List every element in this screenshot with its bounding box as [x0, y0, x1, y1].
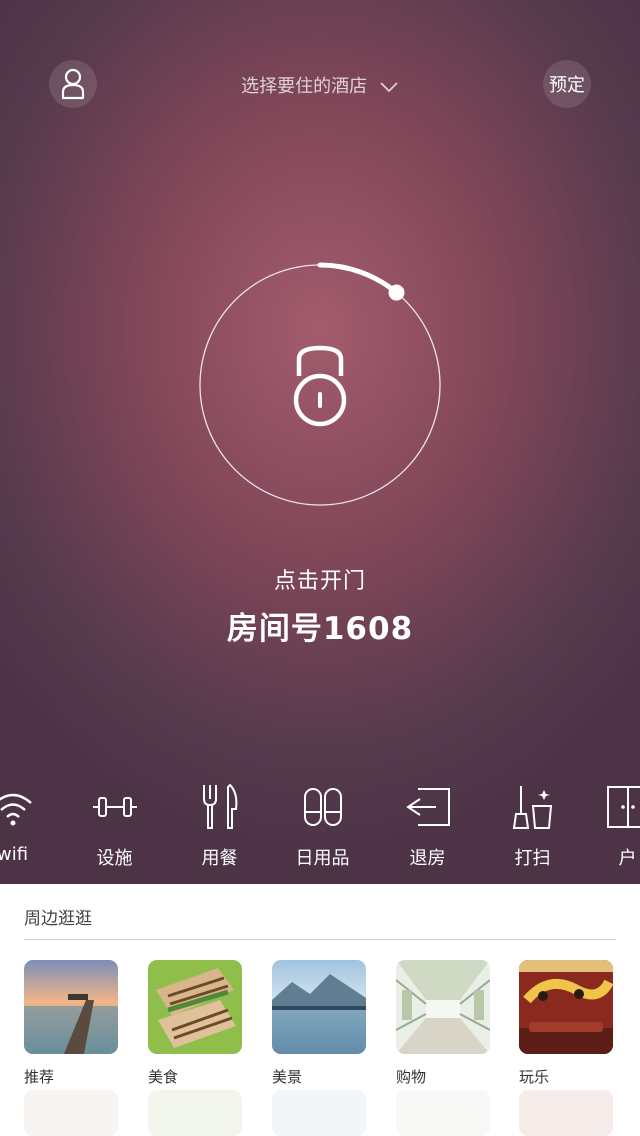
service-bar: wifi 设施 用餐 日用品 退房 打扫 户 — [0, 776, 640, 884]
nearby-item-food[interactable]: 美食 — [148, 960, 242, 1087]
service-checkout[interactable]: 退房 — [375, 776, 480, 870]
service-dining[interactable]: 用餐 — [167, 776, 272, 870]
chevron-down-icon — [379, 77, 399, 98]
list-item — [396, 1090, 490, 1136]
nearby-item-entertainment[interactable]: 玩乐 — [519, 960, 613, 1087]
nearby-item-label: 推荐 — [24, 1068, 55, 1086]
fork-knife-icon — [202, 783, 237, 829]
service-label: 户 — [618, 848, 637, 869]
list-item — [519, 1090, 613, 1136]
service-label: wifi — [0, 844, 29, 865]
mall-photo — [396, 960, 490, 1054]
list-item — [24, 1090, 118, 1136]
bar-photo — [519, 960, 613, 1054]
book-button[interactable]: 预定 — [543, 60, 591, 108]
service-window[interactable]: 户 — [575, 776, 640, 870]
service-label: 用餐 — [201, 848, 238, 869]
service-cleaning[interactable]: 打扫 — [480, 776, 585, 870]
checkout-icon — [405, 788, 450, 826]
service-label: 设施 — [96, 848, 133, 869]
divider — [24, 939, 616, 940]
nearby-item-label: 玩乐 — [519, 1068, 550, 1086]
nearby-item-recommend[interactable]: 推荐 — [24, 960, 118, 1087]
open-door-label: 点击开门 — [273, 569, 366, 594]
pier-photo — [24, 960, 118, 1054]
list-item — [272, 1090, 366, 1136]
service-label: 日用品 — [295, 848, 350, 869]
nearby-item-label: 美景 — [272, 1068, 303, 1086]
nearby-item-label: 购物 — [396, 1068, 427, 1086]
lock-icon — [293, 345, 347, 427]
service-wifi[interactable]: wifi — [0, 776, 65, 865]
service-label: 退房 — [409, 848, 446, 869]
unlock-progress-ring — [199, 262, 441, 506]
wifi-icon — [0, 793, 32, 826]
book-button-label: 预定 — [549, 75, 585, 96]
nearby-item-scenery[interactable]: 美景 — [272, 960, 366, 1087]
nearby-title: 周边逛逛 — [24, 909, 92, 929]
dumbbell-icon — [92, 797, 137, 817]
food-photo — [148, 960, 242, 1054]
service-daily-goods[interactable]: 日用品 — [270, 776, 375, 870]
hero-section: 选择要住的酒店 预定 点击开门 房间号1608 wifi 设施 用餐 日用品 退… — [0, 0, 640, 884]
hotel-selector-label: 选择要住的酒店 — [241, 76, 368, 97]
nearby-section: 周边逛逛 推荐 美食 美景 购物 玩乐 — [0, 884, 640, 1136]
room-number: 房间号1608 — [226, 611, 414, 647]
slippers-icon — [303, 788, 342, 826]
unlock-button[interactable] — [190, 255, 450, 515]
broom-icon — [512, 786, 552, 829]
lake-photo — [272, 960, 366, 1054]
service-label: 打扫 — [514, 848, 551, 869]
window-icon — [606, 786, 640, 828]
service-facilities[interactable]: 设施 — [62, 776, 167, 870]
nearby-item-shopping[interactable]: 购物 — [396, 960, 490, 1087]
list-item — [148, 1090, 242, 1136]
nearby-item-label: 美食 — [148, 1068, 179, 1086]
